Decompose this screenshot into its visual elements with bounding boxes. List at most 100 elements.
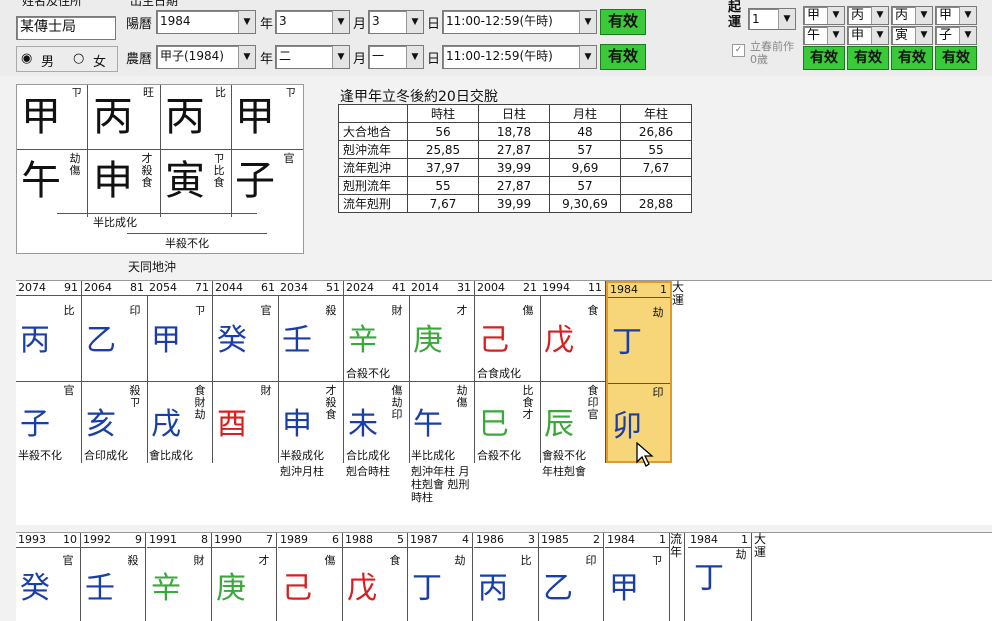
lunar-time-select[interactable]: 11:00-12:59(午時) ▼ [442,45,597,69]
dayun-panel: 2074 91 丙 比 子 官 半殺不化 2064 81 乙 印 亥 殺ㄗ 合印成化… [16,280,992,525]
liunian-column[interactable]: 1990 7 庚 才 [212,533,277,621]
table-cell: 37,97 [407,158,479,177]
table-cell: 27,87 [478,140,550,159]
col-age: 4 [462,533,469,546]
dayun-column[interactable]: 2004 21 己 傷 合食成化 巳 比食才 合殺不化 [475,281,541,463]
col-age: 6 [332,533,339,546]
pillar-select[interactable]: 丙 ▼ [891,6,933,25]
stem-mark: 財 [193,554,205,567]
col-header: 2024 41 [344,281,409,296]
liunian-column[interactable]: 1991 8 辛 財 [147,533,212,621]
natal-stem-mark: 比 [215,86,226,99]
pillar-valid-button-2[interactable]: 有效 [847,46,889,70]
chevron-down-icon: ▼ [915,27,932,44]
pillar-value: 丙 [851,8,865,23]
dayun-column[interactable]: 2044 61 癸 官 酉 財 [213,281,279,463]
solar-month-select[interactable]: 3 ▼ [275,10,350,34]
qiyun-select[interactable]: 1 ▼ [748,8,796,30]
name-input[interactable]: 某傳士局 [16,16,116,40]
lunar-valid-button[interactable]: 有效 [600,44,646,70]
pillar-select[interactable]: 子 ▼ [935,26,977,45]
col-year: 2054 [149,281,177,294]
branch-note: 合比成化 [346,449,390,462]
grid-divider [160,85,161,217]
table-cell: 39,99 [478,158,550,177]
liunian-column[interactable]: 1988 5 戊 食 [343,533,408,621]
liunian-column[interactable]: 1985 2 乙 印 [539,533,604,621]
col-header: 2074 91 [16,281,81,296]
dayun-column[interactable]: 2024 41 辛 財 合殺不化 未 傷劫印 合比成化 [344,281,410,463]
col-year: 1992 [83,533,111,546]
col-year: 2034 [280,281,308,294]
pillar-value: 丙 [895,8,909,23]
col-header: 1984 1 [605,533,669,548]
pillar-select[interactable]: 甲 ▼ [935,6,977,25]
cell-divider [540,381,605,382]
liunian-panel: 1993 10 癸 官 1992 9 壬 殺 1991 8 辛 財 1990 7 庚 才… [16,532,992,621]
chevron-down-icon: ▼ [827,7,844,24]
liunian-column[interactable]: 1987 4 丁 劫 [408,533,473,621]
grid-divider [87,85,88,217]
stem-mark: 官 [62,554,74,567]
solar-day-select[interactable]: 3 ▼ [368,10,424,34]
stem-char: 癸 [217,323,247,358]
solar-year-select[interactable]: 1984 ▼ [156,10,256,34]
dayun-column[interactable]: 2014 31 庚 才 午 劫傷 半比成化 [409,281,475,463]
pillar-valid-button-3[interactable]: 有效 [891,46,933,70]
pillar-value: 子 [939,28,953,43]
cell-divider [409,381,474,382]
liunian-label: 流年 [670,533,685,621]
chevron-down-icon: ▼ [871,27,888,44]
pillar-select[interactable]: 午 ▼ [803,26,845,45]
pillar-valid-button-4[interactable]: 有效 [935,46,977,70]
table-cell: 7,67 [620,158,692,177]
table-header: 年柱 [620,104,692,123]
lunar-year-select[interactable]: 甲子(1984) ▼ [156,45,256,69]
liunian-column[interactable]: 1986 3 丙 比 [474,533,539,621]
liunian-column[interactable]: 1993 10 癸 官 [16,533,81,621]
solar-valid-button[interactable]: 有效 [600,9,646,35]
dayun-column[interactable]: 2054 71 甲 ㄗ 戌 食財劫 會比成化 [147,281,213,463]
dayun-column[interactable]: 1994 11 戊 食 辰 食印官 會殺不化 [540,281,606,463]
lunar-month-select[interactable]: 二 ▼ [275,45,350,69]
liunian-column[interactable]: 1984 1 甲 ㄗ [605,533,670,621]
solar-time-select[interactable]: 11:00-12:59(午時) ▼ [442,10,597,34]
lichun-checkbox[interactable]: ✓ [732,44,745,57]
female-radio[interactable]: ○ [73,51,84,66]
col-year: 1986 [476,533,504,546]
dayun-column[interactable]: 1984 1 丁 劫 卯 印 [606,281,672,463]
chevron-down-icon: ▼ [959,7,976,24]
col-year: 1984 [690,533,718,546]
table-cell: 48 [549,122,621,141]
stem-char: 庚 [413,323,443,358]
dayun-column[interactable]: 2034 51 壬 殺 申 才殺食 半殺成化 [278,281,344,463]
pillar-value: 甲 [807,8,821,23]
col-year: 1991 [149,533,177,546]
stem-mark: 比 [63,304,75,317]
stem-char: 壬 [282,323,312,358]
stem-mark: 官 [260,304,272,317]
lunar-day-select[interactable]: 一 ▼ [368,45,424,69]
chevron-down-icon: ▼ [579,46,596,68]
liunian-column[interactable]: 1989 6 己 傷 [278,533,343,621]
col-year: 2044 [215,281,243,294]
dayun-column[interactable]: 2074 91 丙 比 子 官 半殺不化 [16,281,82,463]
col-header: 1994 11 [540,281,605,296]
branch-mark: 殺ㄗ [129,384,141,409]
male-radio[interactable]: ◉ [21,51,32,66]
row-label: 流年剋刑 [338,194,408,213]
table-cell: 25,85 [407,140,479,159]
pillar-valid-button-1[interactable]: 有效 [803,46,845,70]
liunian-column[interactable]: 1992 9 壬 殺 [81,533,146,621]
pillar-select[interactable]: 寅 ▼ [891,26,933,45]
dayun-column[interactable]: 2064 81 乙 印 亥 殺ㄗ 合印成化 [82,281,148,463]
pillar-select[interactable]: 丙 ▼ [847,6,889,25]
branch-note: 半殺不化 [18,449,62,462]
liunian-dayun-label: 大運 [754,532,767,559]
col-header: 1990 7 [212,533,276,548]
cell-divider [82,381,147,382]
pillar-select[interactable]: 甲 ▼ [803,6,845,25]
stem-mark: 劫 [454,554,466,567]
col-age: 21 [523,281,537,294]
pillar-select[interactable]: 申 ▼ [847,26,889,45]
